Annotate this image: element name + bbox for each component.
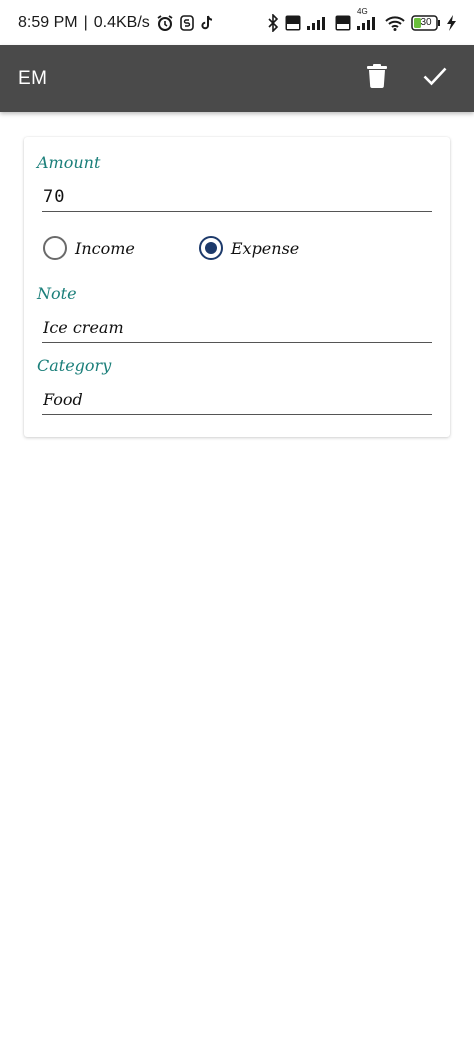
volte-icon [285, 15, 301, 31]
expense-radio[interactable]: Expense [198, 236, 300, 260]
radio-unchecked-icon [43, 236, 67, 260]
app-bar: EM [0, 45, 474, 112]
app-title: EM [18, 67, 48, 89]
transaction-type-group: Income Expense [43, 236, 299, 260]
s-app-icon [179, 14, 194, 31]
status-separator: | [83, 13, 88, 31]
alarm-icon [156, 14, 174, 32]
battery-icon: 30 [411, 14, 441, 31]
status-bar: 8:59 PM | 0.4KB/s 4G 30 [0, 0, 474, 45]
network-type-label: 4G [357, 6, 368, 16]
signal-icon [307, 16, 329, 30]
status-left: 8:59 PM | 0.4KB/s [18, 14, 214, 32]
expense-label: Expense [230, 238, 300, 258]
status-time: 8:59 PM [18, 13, 78, 31]
category-input[interactable] [42, 385, 432, 415]
volte-icon [335, 15, 351, 31]
transaction-form-card: Amount Income Expense Note Category [24, 137, 450, 437]
note-label: Note [37, 284, 77, 303]
income-label: Income [75, 238, 135, 258]
amount-input[interactable] [42, 182, 432, 212]
status-right: 4G 30 [267, 7, 456, 32]
bluetooth-icon [267, 13, 279, 32]
note-input[interactable] [42, 313, 432, 343]
radio-checked-icon [198, 236, 223, 260]
wifi-icon [385, 15, 405, 31]
battery-level: 30 [420, 17, 432, 28]
radio-dot [204, 242, 217, 254]
toolbar-actions [356, 58, 456, 100]
tiktok-icon [200, 15, 214, 31]
amount-label: Amount [37, 153, 101, 172]
delete-button[interactable] [356, 58, 398, 100]
check-icon [423, 66, 447, 91]
delete-icon [367, 64, 387, 93]
income-radio[interactable]: Income [43, 236, 135, 260]
status-speed: 0.4KB/s [93, 13, 150, 31]
charging-icon [447, 14, 456, 31]
save-button[interactable] [414, 58, 456, 100]
signal-4g-icon: 4G [357, 7, 379, 30]
category-label: Category [37, 356, 112, 375]
